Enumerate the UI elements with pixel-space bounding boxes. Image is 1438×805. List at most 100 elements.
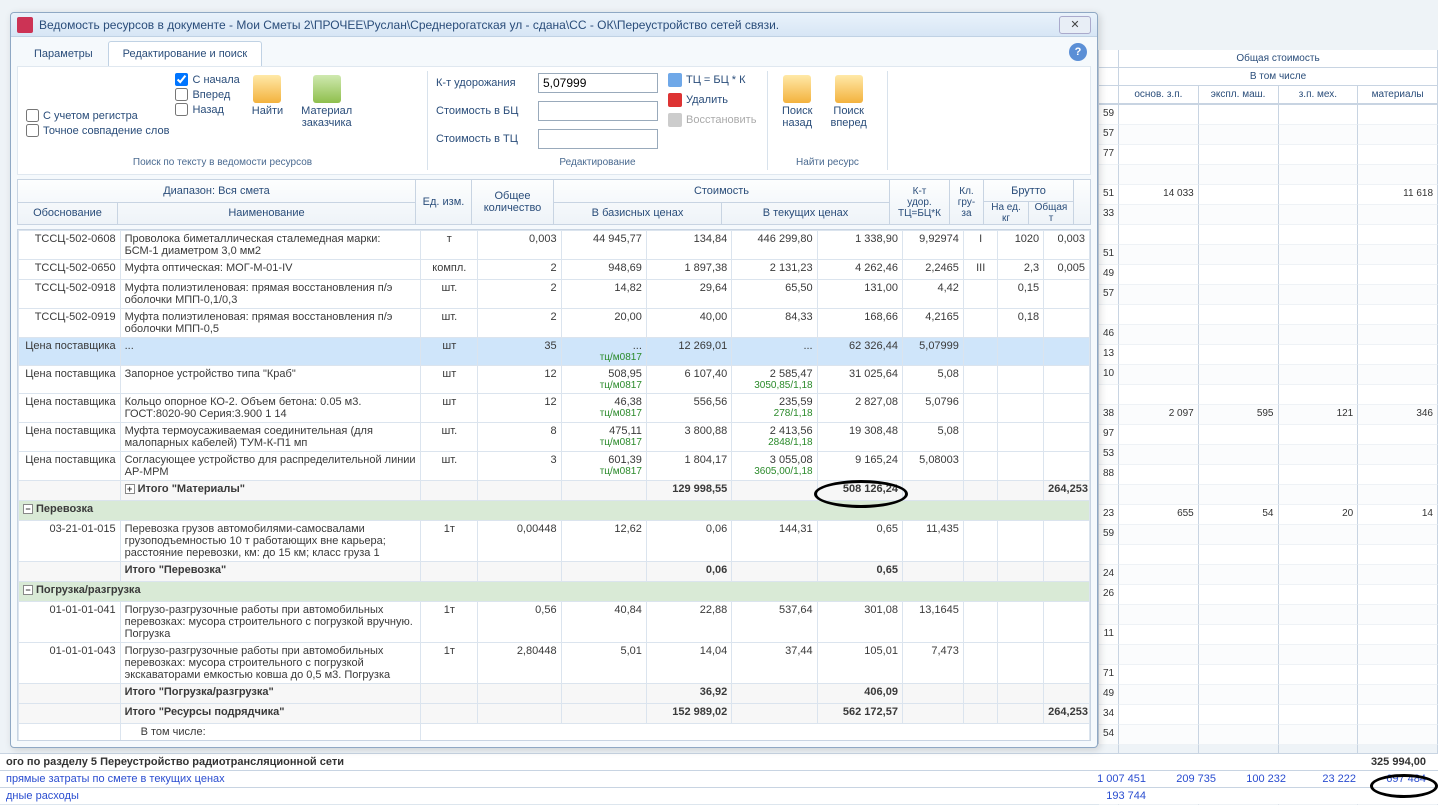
rp-col-3: материалы: [1358, 86, 1438, 104]
app-icon: [17, 17, 33, 33]
tab-params[interactable]: Параметры: [19, 41, 108, 66]
grid-scroll[interactable]: ТССЦ-502-0608Проволока биметаллическая с…: [17, 229, 1091, 741]
footer-sect-label: ого по разделу 5 Переустройство радиотра…: [6, 756, 1312, 768]
rp-subtitle: В том числе: [1119, 68, 1438, 86]
table-row[interactable]: В том числе:: [19, 724, 1090, 742]
rp-col-0: основ. з.п.: [1119, 86, 1199, 104]
chk-exact[interactable]: Точное совпадение слов: [26, 124, 169, 137]
delete-btn[interactable]: Удалить: [668, 93, 756, 107]
table-row[interactable]: +Итого "Материалы"129 998,55508 126,2426…: [19, 481, 1090, 501]
rp-row: 51: [1099, 245, 1438, 265]
delete-icon: [668, 93, 682, 107]
ribbon: С учетом регистра Точное совпадение слов…: [17, 66, 1091, 175]
chk-from-start[interactable]: С начала: [175, 73, 239, 86]
table-row[interactable]: +Итого "Перевозка"0,060,65: [19, 562, 1090, 582]
find-button[interactable]: Найти: [246, 73, 289, 119]
collapse-icon[interactable]: −: [23, 585, 33, 595]
group-find-label: Найти ресурс: [776, 157, 879, 168]
rp-row: 59: [1099, 525, 1438, 545]
kt-input[interactable]: [538, 73, 658, 93]
resource-grid[interactable]: ТССЦ-502-0608Проволока биметаллическая с…: [18, 230, 1090, 741]
footer-sect-val: 325 994,00: [1312, 756, 1432, 768]
box-icon: [313, 75, 341, 103]
rp-row: [1099, 485, 1438, 505]
expand-icon[interactable]: +: [125, 484, 135, 494]
chk-register[interactable]: С учетом регистра: [26, 109, 169, 122]
footer: ого по разделу 5 Переустройство радиотра…: [0, 753, 1438, 804]
rp-row: 5114 03311 618: [1099, 185, 1438, 205]
binoculars-fwd-icon: [835, 75, 863, 103]
rp-row: 57: [1099, 285, 1438, 305]
chk-back[interactable]: Назад: [175, 103, 239, 116]
window-title: Ведомость ресурсов в документе - Мои Сме…: [39, 18, 1059, 32]
rp-row: 71: [1099, 665, 1438, 685]
footer-direct-label: прямые затраты по смете в текущих ценах: [6, 773, 1082, 785]
table-row[interactable]: 03-21-01-015Перевозка грузов автомобилям…: [19, 521, 1090, 562]
rp-title: Общая стоимость: [1119, 50, 1438, 68]
table-row[interactable]: −Погрузка/разгрузка: [19, 582, 1090, 602]
search-back-button[interactable]: Поиск назад: [776, 73, 818, 131]
rp-row: 26: [1099, 585, 1438, 605]
restore-btn: Восстановить: [668, 113, 756, 127]
rp-row: [1099, 305, 1438, 325]
rp-row: [1099, 545, 1438, 565]
ribbon-tabs: Параметры Редактирование и поиск: [11, 37, 1097, 66]
close-icon: ✕: [1070, 18, 1079, 31]
rp-row: 54: [1099, 725, 1438, 745]
material-button[interactable]: Материал заказчика: [295, 73, 358, 131]
rp-row: [1099, 605, 1438, 625]
rp-row: 49: [1099, 265, 1438, 285]
cost-base-input[interactable]: [538, 101, 658, 121]
table-row[interactable]: +Итого "Ресурсы подрядчика"152 989,02562…: [19, 704, 1090, 724]
rp-row: [1099, 225, 1438, 245]
rp-row: 10: [1099, 365, 1438, 385]
table-row[interactable]: ТССЦ-502-0608Проволока биметаллическая с…: [19, 231, 1090, 260]
restore-icon: [668, 113, 682, 127]
table-row[interactable]: Цена поставщикаКольцо опорное КО-2. Объе…: [19, 394, 1090, 423]
cost-cur-input[interactable]: [538, 129, 658, 149]
group-search-label: Поиск по тексту в ведомости ресурсов: [26, 157, 419, 168]
binoculars-back-icon: [783, 75, 811, 103]
table-row[interactable]: Цена поставщикаСогласующее устройство дл…: [19, 452, 1090, 481]
footer-overhead-label: дные расходы: [6, 790, 1082, 802]
table-row[interactable]: ТССЦ-502-0918Муфта полиэтиленовая: пряма…: [19, 280, 1090, 309]
tab-edit[interactable]: Редактирование и поиск: [108, 41, 263, 66]
rp-row: 33: [1099, 205, 1438, 225]
tc-formula-btn[interactable]: ТЦ = БЦ * К: [668, 73, 756, 87]
range-header[interactable]: Диапазон: Вся смета: [18, 180, 416, 202]
group-edit-label: Редактирование: [436, 157, 759, 168]
table-row[interactable]: Цена поставщикаМуфта термоусаживаемая со…: [19, 423, 1090, 452]
rp-row: 57: [1099, 125, 1438, 145]
close-button[interactable]: ✕: [1059, 16, 1091, 34]
rp-col-1: экспл. маш.: [1199, 86, 1279, 104]
table-row[interactable]: −Перевозка: [19, 501, 1090, 521]
rp-row: 23655542014: [1099, 505, 1438, 525]
chk-forward[interactable]: Вперед: [175, 88, 239, 101]
rp-row: 88: [1099, 465, 1438, 485]
rp-row: 34: [1099, 705, 1438, 725]
workspace: Общая стоимость В том числе основ. з.п. …: [0, 0, 1438, 804]
table-row[interactable]: +Итого "Погрузка/разгрузка"36,92406,09: [19, 684, 1090, 704]
collapse-icon[interactable]: −: [23, 504, 33, 514]
rp-col-2: з.п. мех.: [1279, 86, 1359, 104]
rp-row: 382 097595121346: [1099, 405, 1438, 425]
table-row[interactable]: 01-01-01-041Погрузо-разгрузочные работы …: [19, 602, 1090, 643]
resources-dialog: Ведомость ресурсов в документе - Мои Сме…: [10, 12, 1098, 748]
search-fwd-button[interactable]: Поиск вперед: [824, 73, 872, 131]
rp-row: 59: [1099, 105, 1438, 125]
rp-row: 46: [1099, 325, 1438, 345]
table-row[interactable]: 01-01-01-043Погрузо-разгрузочные работы …: [19, 643, 1090, 684]
table-row[interactable]: Цена поставщикаЗапорное устройство типа …: [19, 366, 1090, 394]
table-row[interactable]: Цена поставщика...шт35...тц/м081712 269,…: [19, 338, 1090, 366]
rp-row: [1099, 385, 1438, 405]
help-icon[interactable]: ?: [1069, 43, 1087, 61]
rp-row: 13: [1099, 345, 1438, 365]
titlebar[interactable]: Ведомость ресурсов в документе - Мои Сме…: [11, 13, 1097, 37]
table-row[interactable]: ТССЦ-502-0919Муфта полиэтиленовая: пряма…: [19, 309, 1090, 338]
rp-row: [1099, 165, 1438, 185]
grid-header: Диапазон: Вся смета Обоснование Наименов…: [17, 179, 1091, 225]
calc-icon: [668, 73, 682, 87]
rp-row: 49: [1099, 685, 1438, 705]
rp-row: 11: [1099, 625, 1438, 645]
table-row[interactable]: ТССЦ-502-0650Муфта оптическая: МОГ-М-01-…: [19, 260, 1090, 280]
